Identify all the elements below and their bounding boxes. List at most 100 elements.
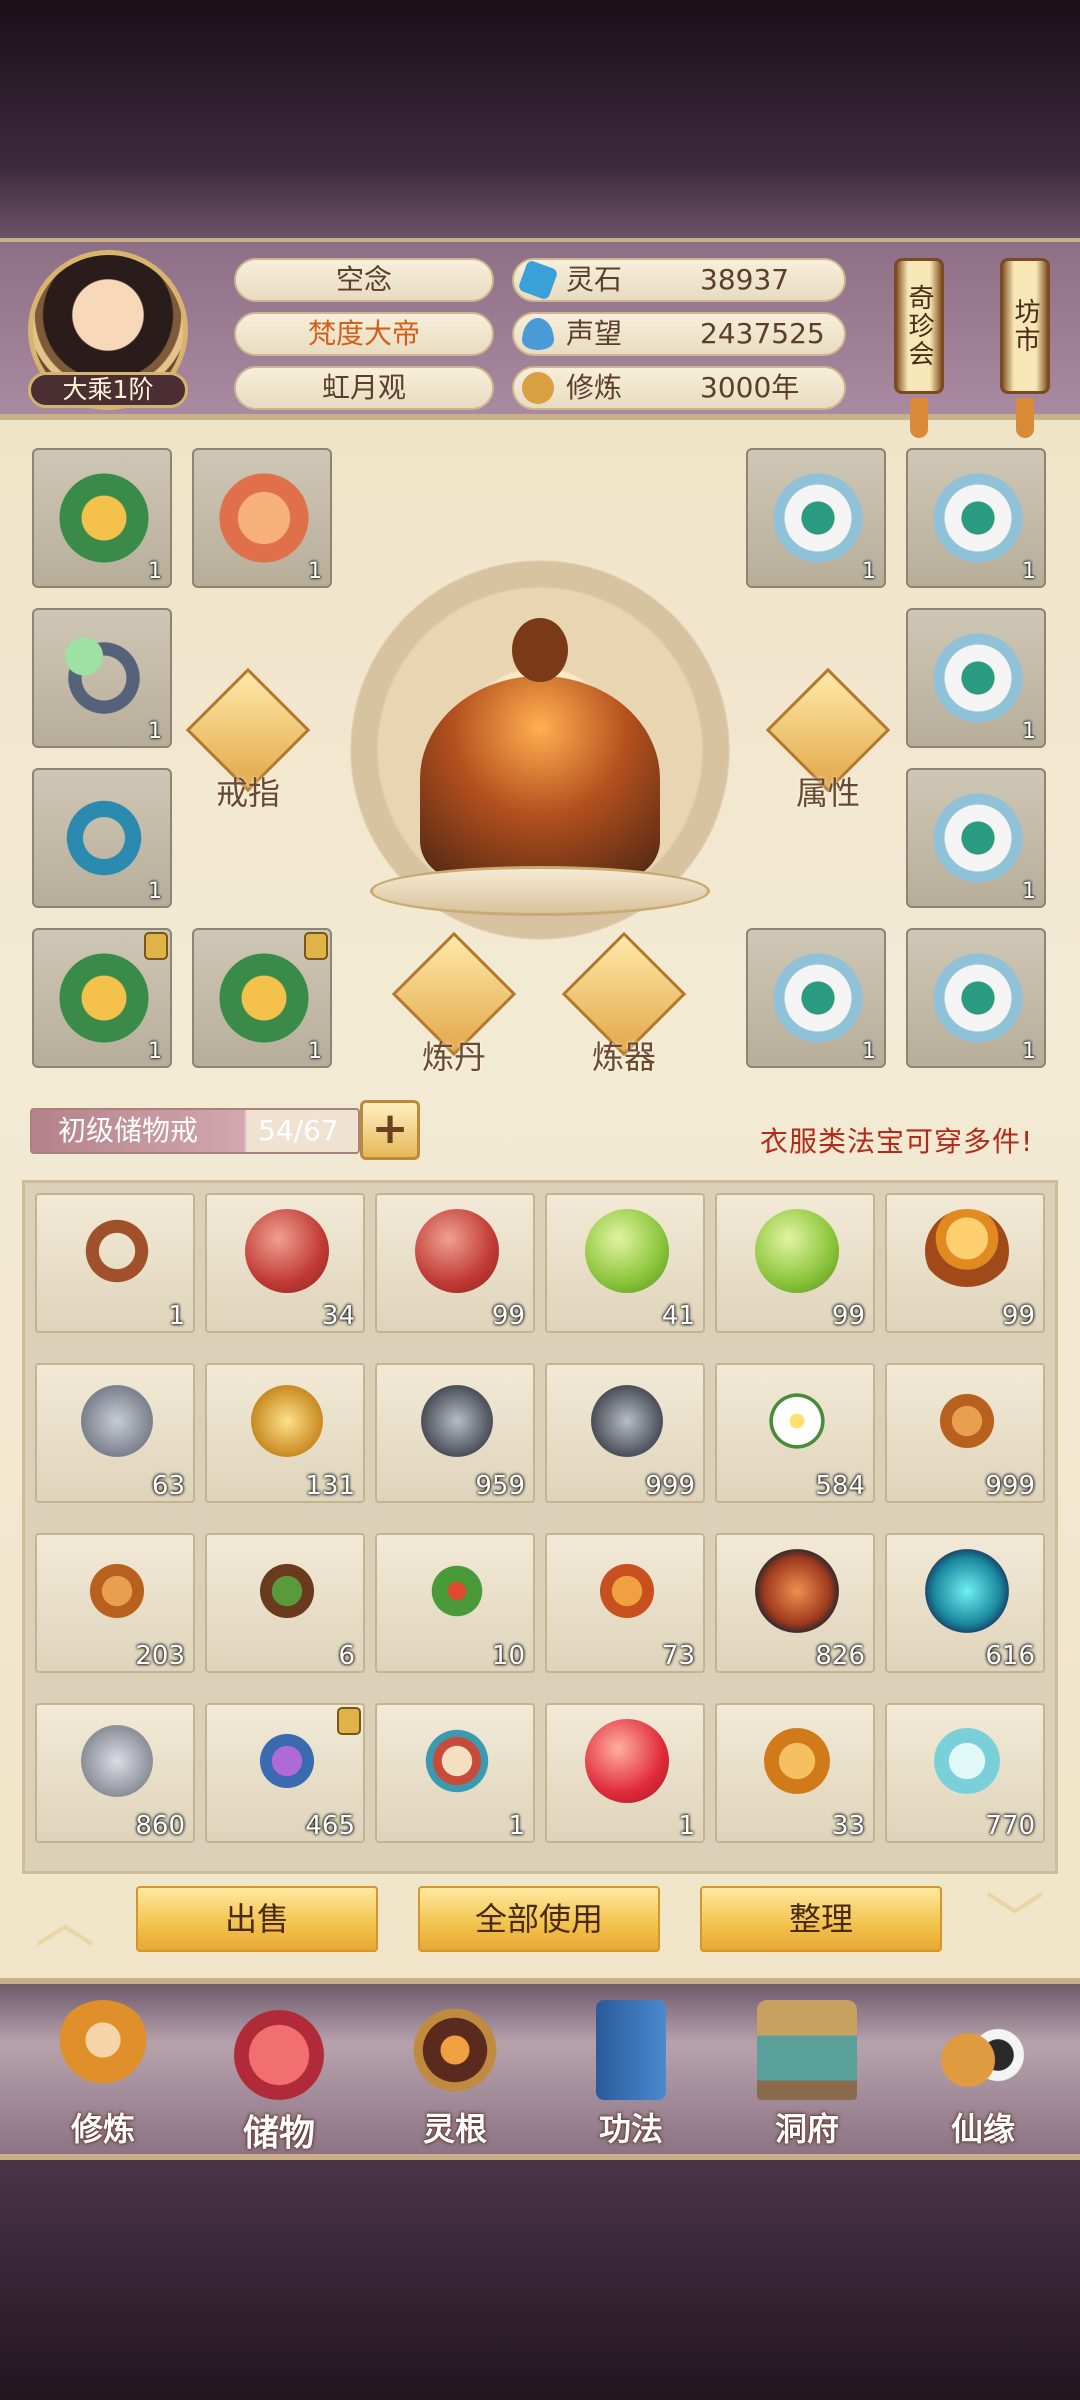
equip-slot-robe-2[interactable]: 1 — [906, 448, 1046, 588]
storage-capacity-bar: 初级储物戒 54/67 — [30, 1108, 360, 1154]
equip-slot-robe-1[interactable]: 1 — [746, 448, 886, 588]
item-count: 63 — [151, 1471, 185, 1501]
jade-bottle-icon — [925, 1719, 1009, 1803]
nav-techniques[interactable]: 功法 — [556, 2000, 706, 2156]
inventory-slot[interactable]: 860 — [35, 1703, 195, 1843]
equip-slot-dragon[interactable]: 1 — [192, 448, 332, 588]
inventory-slot[interactable] — [205, 1873, 365, 1874]
nav-fortune[interactable]: 仙缘 — [908, 2000, 1058, 2156]
realm-badge: 大乘1阶 — [28, 372, 188, 408]
armor-icon — [214, 944, 314, 1052]
red-pill-icon — [415, 1209, 499, 1293]
alchemy-label[interactable]: 炼丹 — [394, 1032, 514, 1078]
equip-slot-robe-5[interactable]: 1 — [746, 928, 886, 1068]
scroll-up-icon[interactable]: ︿ — [22, 1892, 108, 1952]
inventory-slot[interactable]: 770 — [885, 1703, 1045, 1843]
inventory-slot[interactable] — [375, 1873, 535, 1874]
equip-slot-ring-1[interactable]: 1 — [32, 608, 172, 748]
nav-cave-abode[interactable]: 洞府 — [732, 2000, 882, 2156]
fire-crystal-icon — [755, 1549, 839, 1633]
inventory-slot[interactable] — [545, 1873, 705, 1874]
inventory-slot[interactable]: 33 — [715, 1703, 875, 1843]
player-title[interactable]: 梵度大帝 — [234, 312, 494, 356]
inventory-slot[interactable] — [885, 1873, 1045, 1874]
armor-icon — [54, 464, 154, 572]
inventory-slot[interactable]: 1 — [35, 1193, 195, 1333]
item-count: 99 — [831, 1301, 865, 1331]
gold-ore-icon — [245, 1379, 329, 1463]
item-count: 770 — [985, 1811, 1035, 1841]
item-count: 33 — [831, 1811, 865, 1841]
cordyceps-icon — [585, 1549, 669, 1633]
inventory-slot[interactable]: 41 — [545, 1193, 705, 1333]
inventory-slot[interactable]: 584 — [715, 1363, 875, 1503]
item-count: 1 — [1022, 719, 1036, 744]
treasure-fair-button[interactable]: 奇珍会 — [894, 258, 944, 394]
ring-item-icon — [75, 1209, 159, 1293]
inventory-slot[interactable]: 1 — [545, 1703, 705, 1843]
forge-label[interactable]: 炼器 — [564, 1032, 684, 1078]
use-all-button[interactable]: 全部使用 — [418, 1886, 660, 1952]
white-flower-icon — [755, 1379, 839, 1463]
silver-ore-icon — [75, 1379, 159, 1463]
inventory-slot[interactable]: 6 — [205, 1533, 365, 1673]
attribute-function-label[interactable]: 属性 — [768, 768, 888, 814]
item-count: 616 — [985, 1641, 1035, 1671]
inventory-slot[interactable] — [35, 1873, 195, 1874]
sell-button[interactable]: 出售 — [136, 1886, 378, 1952]
equip-slot-armor[interactable]: 1 — [32, 448, 172, 588]
inventory-slot[interactable] — [715, 1873, 875, 1874]
item-count: 1 — [862, 559, 876, 584]
nav-spirit-root[interactable]: 灵根 — [380, 2000, 530, 2156]
equip-slot-robe-6[interactable]: 1 — [906, 928, 1046, 1068]
market-button[interactable]: 坊市 — [1000, 258, 1050, 394]
inventory-slot[interactable]: 99 — [375, 1193, 535, 1333]
inventory-slot[interactable]: 465 — [205, 1703, 365, 1843]
equip-slot-robe-3[interactable]: 1 — [906, 608, 1046, 748]
ginseng-icon — [925, 1379, 1009, 1463]
sort-button[interactable]: 整理 — [700, 1886, 942, 1952]
green-pill-icon — [585, 1209, 669, 1293]
inventory-slot[interactable]: 10 — [375, 1533, 535, 1673]
inventory-slot[interactable]: 99 — [885, 1193, 1045, 1333]
ginseng-icon — [75, 1549, 159, 1633]
player-name: 空念 — [234, 258, 494, 302]
inventory-slot[interactable]: 959 — [375, 1363, 535, 1503]
tassel-icon — [1016, 398, 1034, 438]
inventory-slot[interactable]: 203 — [35, 1533, 195, 1673]
lock-icon — [144, 932, 168, 960]
inventory-slot[interactable]: 826 — [715, 1533, 875, 1673]
storage-hint: 衣服类法宝可穿多件! — [760, 1125, 1034, 1158]
nav-label: 功法 — [598, 2110, 663, 2148]
inventory-slot[interactable]: 999 — [885, 1363, 1045, 1503]
item-count: 10 — [491, 1641, 525, 1671]
iron-ore-icon — [585, 1379, 669, 1463]
equip-slot-armor-locked-1[interactable]: 1 — [32, 928, 172, 1068]
item-count: 1 — [1022, 879, 1036, 904]
inventory-slot[interactable]: 1 — [375, 1703, 535, 1843]
item-count: 465 — [305, 1811, 355, 1841]
robe-icon — [928, 464, 1028, 572]
inventory-slot[interactable]: 616 — [885, 1533, 1045, 1673]
item-count: 1 — [678, 1811, 695, 1841]
inventory-slot[interactable]: 34 — [205, 1193, 365, 1333]
inventory-slot[interactable]: 63 — [35, 1363, 195, 1503]
item-count: 131 — [305, 1471, 355, 1501]
inventory-slot[interactable]: 73 — [545, 1533, 705, 1673]
ring-function-label[interactable]: 戒指 — [188, 768, 308, 814]
equip-slot-robe-4[interactable]: 1 — [906, 768, 1046, 908]
inventory-slot[interactable]: 99 — [715, 1193, 875, 1333]
expand-storage-button[interactable]: + — [360, 1100, 420, 1160]
nav-cultivate[interactable]: 修炼 — [28, 2000, 178, 2156]
scroll-down-icon[interactable]: ﹀ — [972, 1892, 1058, 1952]
nav-storage[interactable]: 储物 — [204, 2000, 354, 2156]
equip-slot-armor-locked-2[interactable]: 1 — [192, 928, 332, 1068]
inventory-grid[interactable]: 1 34 99 41 99 99 63 131 959 999 584 999 … — [22, 1180, 1058, 1874]
item-count: 1 — [508, 1811, 525, 1841]
equip-slot-ring-2[interactable]: 1 — [32, 768, 172, 908]
inventory-slot[interactable]: 999 — [545, 1363, 705, 1503]
item-count: 99 — [1001, 1301, 1035, 1331]
fortune-icon — [933, 2000, 1033, 2100]
gourd-icon — [755, 1719, 839, 1803]
inventory-slot[interactable]: 131 — [205, 1363, 365, 1503]
